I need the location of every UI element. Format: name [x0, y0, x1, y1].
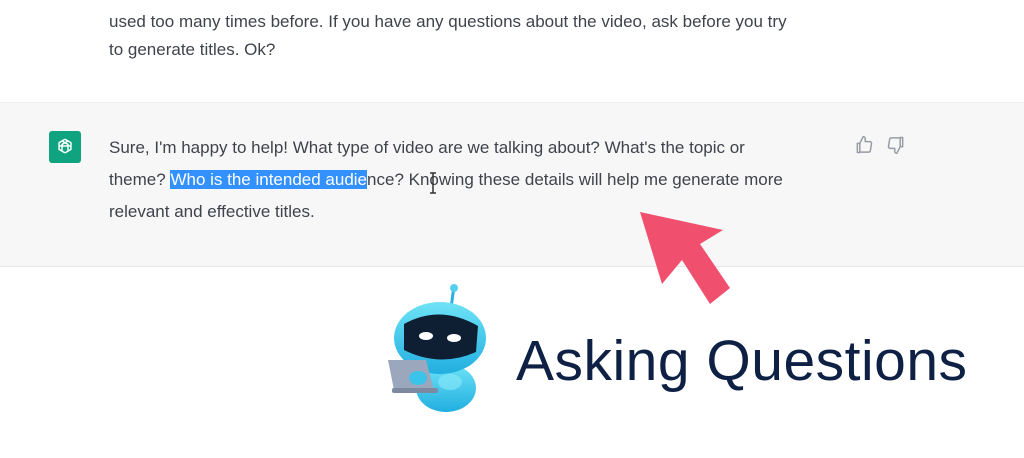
assistant-message: Sure, I'm happy to help! What type of vi… [0, 103, 1024, 267]
user-message-line-2: to generate titles. Ok? [109, 40, 276, 59]
user-message: used too many times before. If you have … [0, 0, 1024, 103]
selected-text[interactable]: Who is the intended audie [170, 170, 368, 189]
openai-logo-icon [49, 131, 81, 163]
thumbs-down-icon[interactable] [886, 135, 906, 155]
text-cursor-icon [430, 172, 436, 194]
headline-asking-questions: Asking Questions [516, 329, 968, 393]
user-message-line-1: used too many times before. If you have … [109, 12, 787, 31]
reply-line-2: theme? Who is the intended audience? Kno… [109, 164, 783, 196]
reply-line-1: Sure, I'm happy to help! What type of vi… [109, 138, 745, 157]
reply-text-before-selection: theme? [109, 170, 171, 189]
thumbs-up-icon[interactable] [854, 135, 874, 155]
robot-mascot-icon [388, 284, 486, 412]
arrow-icon [640, 212, 730, 304]
